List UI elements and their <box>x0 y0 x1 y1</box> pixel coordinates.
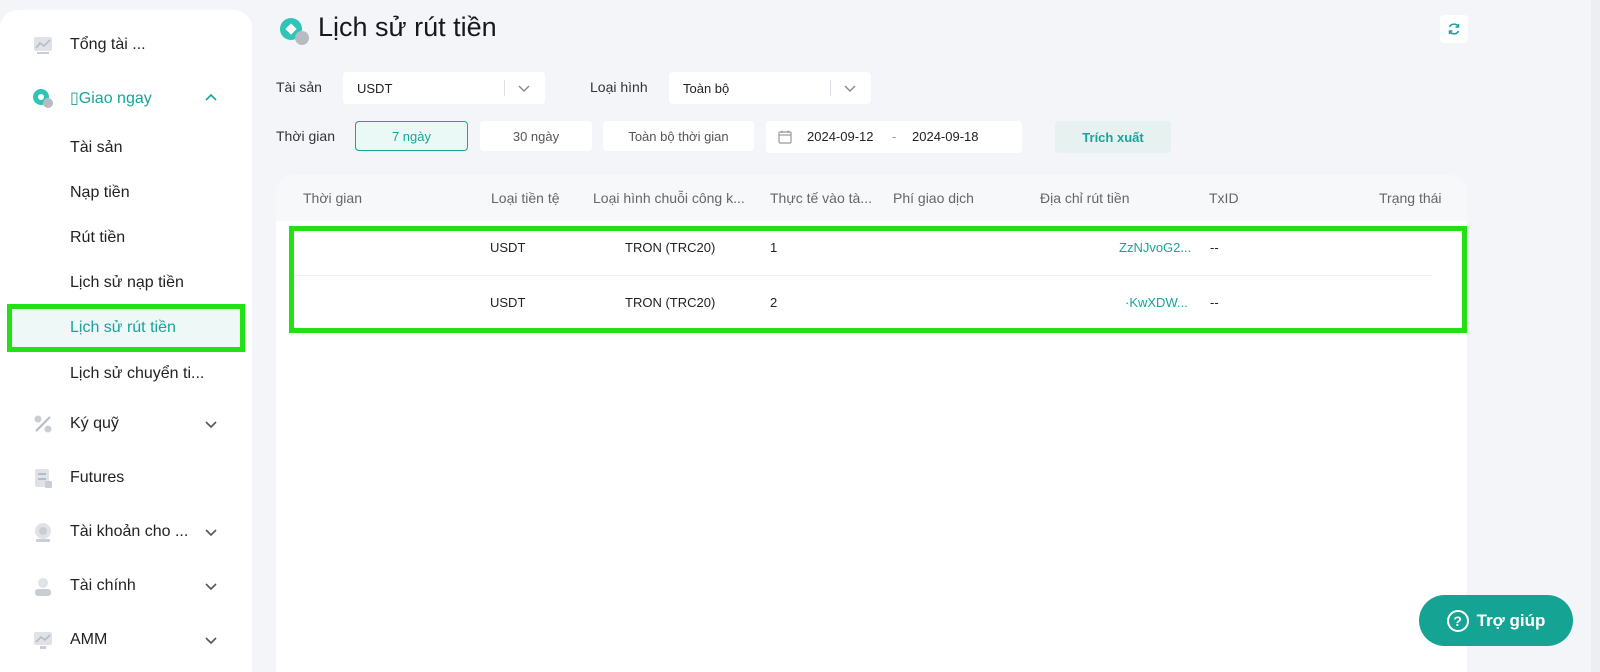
type-select[interactable]: Toàn bộ <box>669 72 871 104</box>
column-header-chain: Loại hình chuỗi công k... <box>593 190 745 206</box>
date-separator: - <box>892 129 897 144</box>
sidebar-item-label: Tài chính <box>70 577 136 594</box>
chevron-down-icon <box>205 583 217 591</box>
chevron-down-icon <box>844 85 856 92</box>
highlight-box-sidebar <box>7 304 245 352</box>
sidebar-sub-deposit-history[interactable]: Lịch sử nạp tiền <box>0 263 252 303</box>
type-filter-label: Loại hình <box>590 79 648 95</box>
sidebar-sub-assets[interactable]: Tài sản <box>0 128 252 168</box>
sidebar-sub-label: Rút tiền <box>70 229 126 246</box>
sidebar-item-label: Futures <box>70 469 125 486</box>
date-start[interactable]: 2024-09-12 <box>807 129 874 144</box>
date-end[interactable]: 2024-09-18 <box>912 129 979 144</box>
column-header-time: Thời gian <box>303 190 362 206</box>
help-label: Trợ giúp <box>1476 610 1546 630</box>
sidebar-item-label: Tài khoản cho ... <box>70 523 189 540</box>
chevron-down-icon <box>205 637 217 645</box>
chevron-down-icon <box>518 85 530 92</box>
refresh-button[interactable] <box>1440 15 1468 43</box>
futures-icon <box>35 469 52 488</box>
asset-select-value: USDT <box>357 80 393 96</box>
help-icon: ? <box>1446 609 1469 632</box>
highlight-box-rows <box>289 226 1467 333</box>
page-scrollbar[interactable] <box>1591 0 1600 672</box>
export-button[interactable]: Trích xuất <box>1055 121 1171 153</box>
refresh-icon <box>1448 23 1460 35</box>
sidebar-item-overview[interactable]: Tổng tài ... <box>0 25 252 65</box>
table-header: Thời gian Loại tiền tệ Loại hình chuỗi c… <box>276 175 1467 221</box>
chevron-down-icon <box>205 529 217 537</box>
time-option-all[interactable]: Toàn bộ thời gian <box>603 121 754 151</box>
help-button[interactable]: ? Trợ giúp <box>1419 595 1573 646</box>
column-header-actual: Thực tế vào tà... <box>770 190 872 206</box>
page-title: Lịch sử rút tiền <box>318 12 497 42</box>
spot-icon <box>33 89 53 108</box>
sidebar-sub-label: Nạp tiền <box>70 184 130 201</box>
sidebar-sub-deposit[interactable]: Nạp tiền <box>0 173 252 213</box>
sidebar-item-label: Ký quỹ <box>70 415 119 432</box>
time-option-7d[interactable]: 7 ngày <box>355 121 468 151</box>
sidebar-item-amm[interactable]: AMM <box>0 620 252 660</box>
withdraw-history-icon <box>280 18 309 45</box>
sidebar-item-finance[interactable]: Tài chính <box>0 566 252 606</box>
account-icon <box>35 523 51 542</box>
margin-icon <box>34 415 52 433</box>
chart-icon <box>34 37 52 54</box>
type-select-value: Toàn bộ <box>683 80 730 96</box>
sidebar-item-loan-account[interactable]: Tài khoản cho ... <box>0 512 252 552</box>
sidebar-sub-withdraw[interactable]: Rút tiền <box>0 218 252 258</box>
time-option-30d[interactable]: 30 ngày <box>480 121 592 151</box>
time-filter-label: Thời gian <box>276 128 335 144</box>
asset-select[interactable]: USDT <box>343 72 545 104</box>
select-divider <box>830 80 831 96</box>
amm-icon <box>34 632 52 649</box>
sidebar-item-margin[interactable]: Ký quỹ <box>0 404 252 444</box>
column-header-status: Trạng thái <box>1379 190 1442 206</box>
chevron-up-icon <box>205 93 217 101</box>
finance-icon <box>35 578 51 596</box>
column-header-txid: TxID <box>1209 190 1239 206</box>
sidebar-item-label: Tổng tài ... <box>70 36 146 53</box>
sidebar-sub-label: Tài sản <box>70 139 123 156</box>
sidebar-sub-label: Lịch sử nạp tiền <box>70 274 184 291</box>
calendar-icon <box>778 130 792 144</box>
sidebar-item-label: AMM <box>70 631 108 648</box>
sidebar-item-label: ▯Giao ngay <box>70 90 152 107</box>
asset-filter-label: Tài sản <box>276 79 322 95</box>
sidebar-item-spot[interactable]: ▯Giao ngay <box>0 78 252 118</box>
chevron-down-icon <box>205 421 217 429</box>
column-header-currency: Loại tiền tệ <box>491 190 560 206</box>
column-header-address: Địa chỉ rút tiền <box>1040 190 1130 206</box>
sidebar-item-futures[interactable]: Futures <box>0 458 252 498</box>
date-range-picker[interactable]: 2024-09-12 - 2024-09-18 <box>766 121 1022 153</box>
column-header-fee: Phí giao dịch <box>893 190 974 206</box>
sidebar-sub-label: Lịch sử chuyển ti... <box>70 365 205 382</box>
sidebar-sub-transfer-history[interactable]: Lịch sử chuyển ti... <box>0 354 252 394</box>
select-divider <box>504 80 505 96</box>
